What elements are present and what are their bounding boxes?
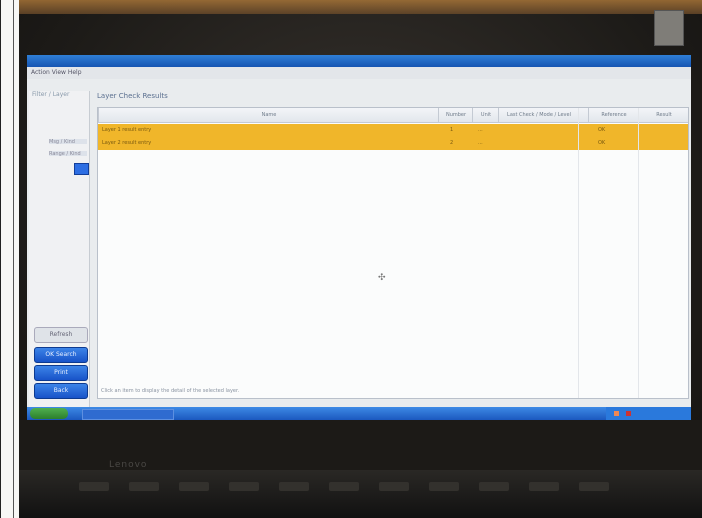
row-number: 2 (450, 140, 454, 146)
tray-icon[interactable] (626, 411, 631, 416)
keyboard-key (429, 482, 459, 491)
row-unit: ... (478, 127, 483, 133)
keyboard-key (329, 482, 359, 491)
row-unit: ... (478, 140, 483, 146)
page-title: Layer Check Results (97, 92, 168, 100)
keyboard-key (129, 482, 159, 491)
row-result: OK (598, 127, 606, 133)
header-col-last-check[interactable]: Last Check / Mode / Level (498, 108, 579, 122)
image-border-left (0, 0, 1, 518)
keyboard-key (79, 482, 109, 491)
table-header: Name Number Items Unit Last Check / Mode… (98, 108, 688, 123)
results-table: Name Number Items Unit Last Check / Mode… (97, 107, 689, 399)
start-button[interactable] (30, 408, 68, 419)
header-col-number[interactable]: Number Items (438, 108, 473, 122)
row-number: 1 (450, 127, 454, 133)
lid-top (19, 0, 702, 14)
brand-logo: Lenovo (109, 460, 148, 470)
back-button[interactable]: Back (34, 383, 88, 399)
mouse-cursor-icon: ✣ (378, 273, 386, 283)
header-col-reference[interactable]: Reference (588, 108, 639, 122)
column-divider (578, 108, 579, 398)
keyboard-key (529, 482, 559, 491)
keyboard (19, 470, 702, 518)
left-panel: Filter / Layer Msg / Kind Range / Kind R… (29, 91, 90, 416)
row-name: Layer 1 result entry (102, 127, 152, 133)
title-bar (27, 55, 691, 67)
screen: Action View Help Filter / Layer Msg / Ki… (27, 55, 691, 420)
row-name: Layer 2 result entry (102, 140, 152, 146)
left-panel-label: Filter / Layer (32, 91, 70, 98)
image-border-inner (13, 0, 14, 518)
table-row[interactable]: Layer 1 result entry 1 ... OK (98, 124, 688, 137)
laptop: Action View Help Filter / Layer Msg / Ki… (19, 0, 702, 518)
taskbar-item[interactable] (82, 409, 174, 420)
header-col-result[interactable]: Result (638, 108, 689, 122)
print-button[interactable]: Print (34, 365, 88, 381)
keyboard-key (229, 482, 259, 491)
search-button[interactable]: OK Search (34, 347, 88, 363)
tray-icon[interactable] (614, 411, 619, 416)
select-button[interactable] (74, 163, 89, 175)
keyboard-key (179, 482, 209, 491)
taskbar (27, 407, 691, 420)
header-col-unit[interactable]: Unit (472, 108, 499, 122)
menu-bar[interactable]: Action View Help (27, 67, 691, 79)
refresh-button[interactable]: Refresh (34, 327, 88, 343)
column-divider (638, 108, 639, 398)
status-text: Click an item to display the detail of t… (101, 388, 240, 394)
row-result: OK (598, 140, 606, 146)
table-row[interactable]: Layer 2 result entry 2 ... OK (98, 137, 688, 150)
left-field-1[interactable]: Msg / Kind (49, 139, 87, 145)
keyboard-key (379, 482, 409, 491)
keyboard-key (579, 482, 609, 491)
keyboard-key (279, 482, 309, 491)
keyboard-key (479, 482, 509, 491)
system-tray (606, 407, 691, 420)
header-col-name[interactable]: Name (98, 108, 439, 122)
left-field-2[interactable]: Range / Kind (49, 151, 87, 157)
laptop-sticker (654, 10, 684, 46)
